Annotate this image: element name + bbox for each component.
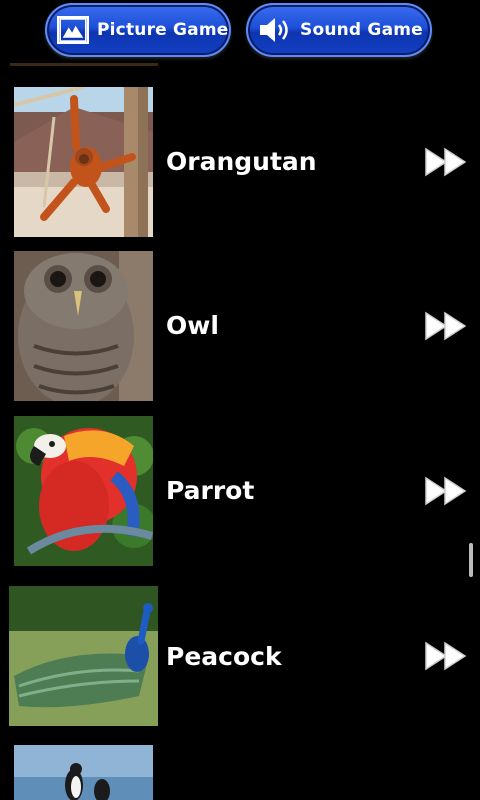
animal-name: Owl: [166, 311, 219, 340]
fast-forward-icon[interactable]: [424, 311, 468, 341]
picture-icon: [57, 16, 89, 44]
sound-game-label: Sound Game: [300, 20, 423, 40]
picture-game-label: Picture Game: [97, 20, 229, 40]
top-bar: Picture Game Sound Game: [0, 0, 480, 62]
list-item-orangutan[interactable]: Orangutan: [0, 87, 480, 237]
fast-forward-icon[interactable]: [424, 147, 468, 177]
fast-forward-icon[interactable]: [424, 641, 468, 671]
sound-game-button[interactable]: Sound Game: [246, 3, 432, 57]
picture-game-button[interactable]: Picture Game: [45, 3, 231, 57]
animal-name: Parrot: [166, 476, 255, 505]
penguin-thumbnail: [14, 745, 153, 800]
owl-thumbnail: [14, 251, 153, 401]
animal-list[interactable]: Orangutan Owl Parrot Peacock: [0, 0, 480, 800]
list-item-parrot[interactable]: Parrot: [0, 416, 480, 566]
list-item-partial[interactable]: [0, 745, 480, 800]
list-divider: [10, 63, 158, 66]
fast-forward-icon[interactable]: [424, 476, 468, 506]
scrollbar[interactable]: [469, 543, 473, 577]
animal-name: Orangutan: [166, 147, 317, 176]
peacock-thumbnail: [9, 586, 158, 736]
list-item-peacock[interactable]: Peacock: [0, 586, 480, 736]
speaker-icon: [260, 18, 288, 42]
orangutan-thumbnail: [14, 87, 153, 237]
list-item-owl[interactable]: Owl: [0, 251, 480, 401]
parrot-thumbnail: [14, 416, 153, 566]
animal-name: Peacock: [166, 642, 282, 671]
